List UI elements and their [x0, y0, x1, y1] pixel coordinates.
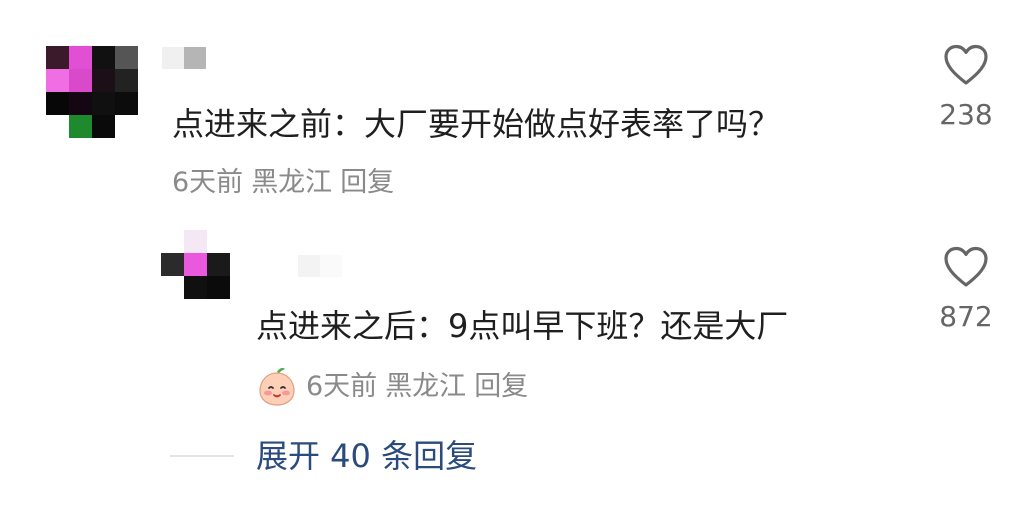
- reply-username-redacted[interactable]: [298, 255, 342, 277]
- avatar-pixel: [115, 46, 138, 69]
- avatar-pixel: [92, 115, 115, 138]
- avatar-pixel: [207, 230, 230, 253]
- avatar-pixel: [115, 115, 138, 138]
- avatar-pixel: [161, 253, 184, 276]
- reply-avatar[interactable]: [161, 230, 230, 299]
- avatar-pixel: [46, 46, 69, 69]
- reply-button[interactable]: 回复: [340, 166, 394, 200]
- expand-replies-button[interactable]: 展开 40 条回复: [256, 436, 477, 476]
- comment-meta: 6天前 黑龙江 回复: [172, 166, 394, 200]
- avatar-pixel: [184, 253, 207, 276]
- divider-line: [170, 455, 234, 457]
- avatar-pixel: [69, 115, 92, 138]
- username-redacted[interactable]: [162, 47, 206, 69]
- peach-face-icon: [259, 368, 295, 406]
- reply-reply-button[interactable]: 回复: [474, 370, 528, 404]
- avatar-pixel: [46, 92, 69, 115]
- avatar-pixel: [69, 46, 92, 69]
- avatar-pixel: [92, 69, 115, 92]
- avatar-pixel: [115, 69, 138, 92]
- heart-outline-icon[interactable]: [943, 44, 989, 86]
- expand-replies-row: 展开 40 条回复: [170, 436, 477, 476]
- comment-time: 6天前: [172, 167, 244, 198]
- avatar-pixel: [207, 253, 230, 276]
- like-control: 238: [926, 44, 1006, 132]
- heart-outline-icon[interactable]: [943, 246, 989, 288]
- reply-like-count: 872: [939, 300, 993, 333]
- avatar-pixel: [161, 276, 184, 299]
- avatar-pixel: [69, 92, 92, 115]
- avatar-pixel: [115, 92, 138, 115]
- reply-time: 6天前: [306, 371, 378, 402]
- comment-text: 点进来之前：大厂要开始做点好表率了吗？: [172, 105, 781, 143]
- reply-meta: 6天前 黑龙江 回复: [256, 366, 528, 408]
- avatar-pixel: [184, 276, 207, 299]
- avatar-pixel: [69, 69, 92, 92]
- comment-location: 黑龙江: [251, 167, 333, 198]
- like-count: 238: [939, 98, 993, 131]
- avatar-pixel: [207, 276, 230, 299]
- reply-text: 点进来之后：9点叫早下班？还是大厂: [256, 307, 789, 345]
- avatar-pixel: [161, 230, 184, 253]
- avatar[interactable]: [46, 46, 138, 138]
- avatar-pixel: [92, 46, 115, 69]
- reply-location: 黑龙江: [385, 371, 467, 402]
- avatar-pixel: [46, 69, 69, 92]
- avatar-pixel: [184, 230, 207, 253]
- avatar-pixel: [46, 115, 69, 138]
- reply-like-control: 872: [926, 246, 1006, 334]
- avatar-pixel: [92, 92, 115, 115]
